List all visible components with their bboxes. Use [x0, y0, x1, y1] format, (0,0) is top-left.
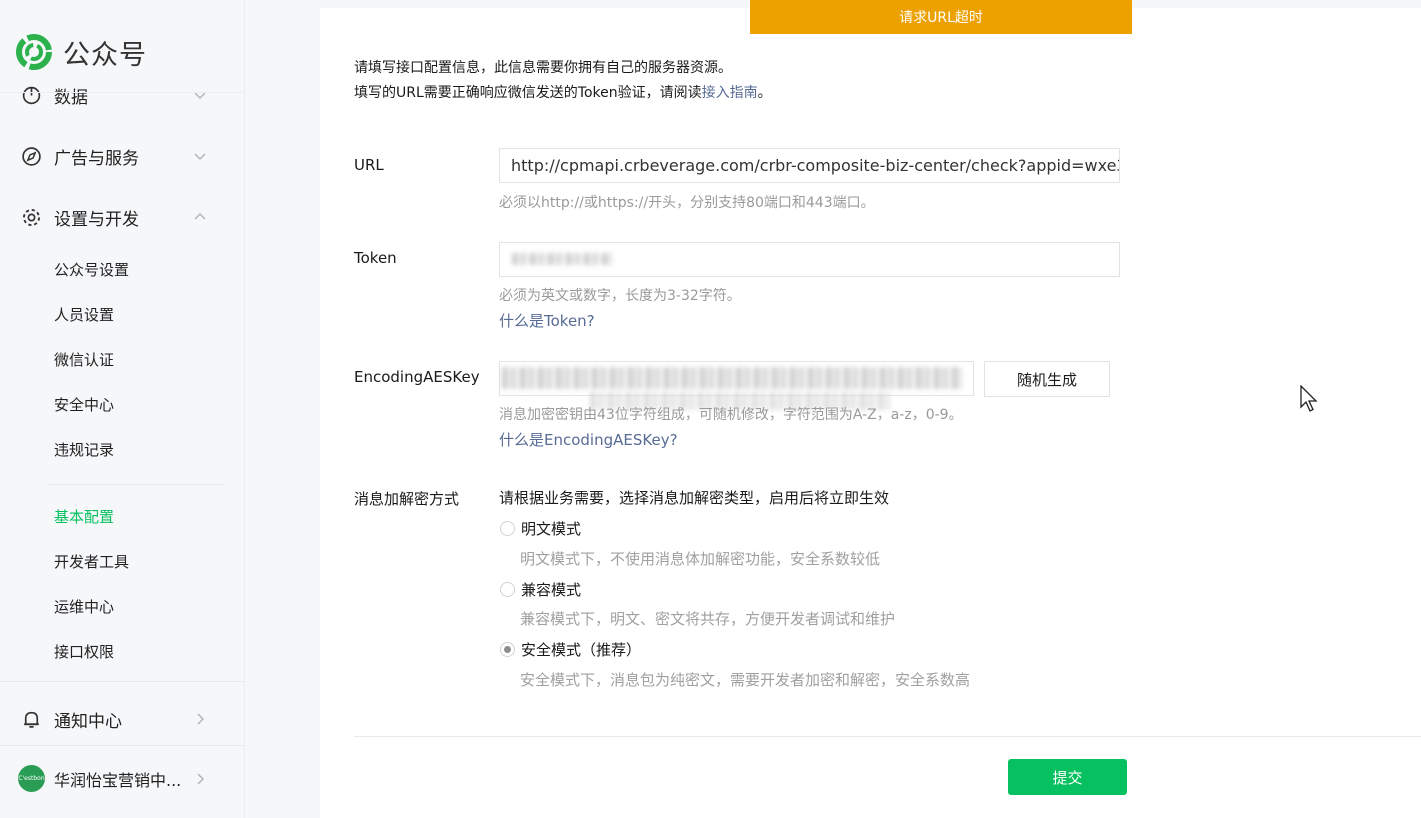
submit-button[interactable]: 提交: [1008, 759, 1127, 795]
chevron-right-icon: [197, 773, 205, 785]
radio-label: 兼容模式: [521, 581, 582, 599]
random-generate-button[interactable]: 随机生成: [984, 361, 1110, 397]
aes-key-hint: 消息加密密钥由43位字符组成，可随机修改，字符范围为A-Z，a-z，0-9。: [499, 407, 963, 423]
url-input[interactable]: http://cpmapi.crbeverage.com/crbr-compos…: [499, 148, 1120, 183]
redacted-aes-key-mask: [502, 367, 962, 389]
sidebar-item-label: 设置与开发: [54, 209, 139, 230]
error-toast: 请求URL超时: [750, 0, 1132, 34]
chevron-down-icon: [194, 153, 206, 161]
sidebar-item-account-settings[interactable]: 公众号设置: [54, 259, 129, 281]
what-is-token-link[interactable]: 什么是Token?: [499, 310, 595, 331]
compass-icon: [22, 146, 41, 166]
wechat-official-account-logo-icon: [16, 34, 52, 70]
logo[interactable]: 公众号: [14, 30, 147, 74]
token-hint: 必须为英文或数字，长度为3-32字符。: [499, 288, 741, 304]
sidebar-item-label: 通知中心: [54, 711, 122, 732]
sidebar-item-notifications[interactable]: 通知中心: [0, 699, 245, 739]
avatar-text: C'estbon: [18, 775, 45, 782]
sidebar-item-violation-records[interactable]: 违规记录: [54, 439, 114, 461]
intro-line-2-prefix: 填写的URL需要正确响应微信发送的Token验证，请阅读: [354, 85, 702, 101]
redacted-token-mask: [512, 253, 612, 265]
chevron-right-icon: [197, 713, 205, 725]
plaintext-mode-desc: 明文模式下，不使用消息体加解密功能，安全系数较低: [520, 550, 881, 568]
radio-button-checked[interactable]: [500, 642, 515, 657]
sidebar-item-settings-dev[interactable]: 设置与开发: [0, 197, 245, 237]
divider: [0, 745, 245, 746]
intro-line-1: 请填写接口配置信息，此信息需要你拥有自己的服务器资源。: [354, 60, 732, 76]
chevron-down-icon: [194, 92, 206, 100]
gear-icon: [22, 208, 41, 226]
chevron-up-icon: [194, 212, 206, 220]
divider: [354, 736, 1421, 737]
aes-key-label: EncodingAESKey: [354, 368, 480, 386]
sidebar-item-basic-config[interactable]: 基本配置: [54, 506, 114, 528]
sidebar-item-data[interactable]: 数据: [0, 79, 245, 113]
url-hint: 必须以http://或https://开头，分别支持80端口和443端口。: [499, 195, 875, 211]
divider: [48, 484, 224, 485]
intro-line-2-suffix: 。: [757, 85, 772, 101]
what-is-aes-key-link[interactable]: 什么是EncodingAESKey?: [499, 429, 678, 450]
token-label: Token: [354, 249, 397, 267]
sidebar-item-ops-center[interactable]: 运维中心: [54, 596, 114, 618]
radio-secure-mode[interactable]: 安全模式（推荐）: [500, 639, 641, 660]
encryption-mode-label: 消息加解密方式: [354, 490, 460, 508]
sidebar-item-api-permissions[interactable]: 接口权限: [54, 641, 114, 663]
radio-button[interactable]: [500, 582, 515, 597]
sidebar-item-developer-tools[interactable]: 开发者工具: [54, 551, 129, 573]
intro-text: 请填写接口配置信息，此信息需要你拥有自己的服务器资源。 填写的URL需要正确响应…: [354, 56, 772, 106]
divider: [0, 92, 245, 93]
avatar[interactable]: C'estbon: [18, 765, 45, 792]
encryption-instruction: 请根据业务需要，选择消息加解密类型，启用后将立即生效: [499, 489, 890, 507]
radio-compatible-mode[interactable]: 兼容模式: [500, 579, 581, 600]
intro-line-2: 填写的URL需要正确响应微信发送的Token验证，请阅读接入指南。: [354, 81, 772, 106]
access-guide-link[interactable]: 接入指南: [702, 85, 758, 101]
secure-mode-desc: 安全模式下，消息包为纯密文，需要开发者加密和解密，安全系数高: [520, 671, 971, 689]
data-chart-icon: [22, 86, 41, 104]
compatible-mode-desc: 兼容模式下，明文、密文将共存，方便开发者调试和维护: [520, 610, 896, 628]
radio-label: 安全模式（推荐）: [521, 641, 642, 659]
sidebar-item-label: 广告与服务: [54, 148, 139, 169]
sidebar-item-ads-services[interactable]: 广告与服务: [0, 136, 245, 176]
sidebar-item-security-center[interactable]: 安全中心: [54, 394, 114, 416]
sidebar-item-label: 数据: [54, 87, 88, 108]
divider: [0, 681, 245, 682]
logo-text: 公众号: [63, 39, 147, 71]
sidebar-item-staff-settings[interactable]: 人员设置: [54, 304, 114, 326]
account-name: 华润怡宝营销中...: [54, 771, 182, 790]
toast-message: 请求URL超时: [899, 10, 983, 26]
sidebar-item-wechat-verification[interactable]: 微信认证: [54, 349, 114, 371]
url-label: URL: [354, 156, 384, 174]
mouse-cursor-icon: [1300, 385, 1318, 412]
bell-icon: [24, 711, 39, 728]
radio-label: 明文模式: [521, 520, 582, 538]
sidebar: 公众号 数据 广告与服务 设置与开发 公众号设置 人员设置 微信认证 安全中心 …: [0, 0, 245, 818]
radio-plaintext-mode[interactable]: 明文模式: [500, 518, 581, 539]
radio-button[interactable]: [500, 521, 515, 536]
